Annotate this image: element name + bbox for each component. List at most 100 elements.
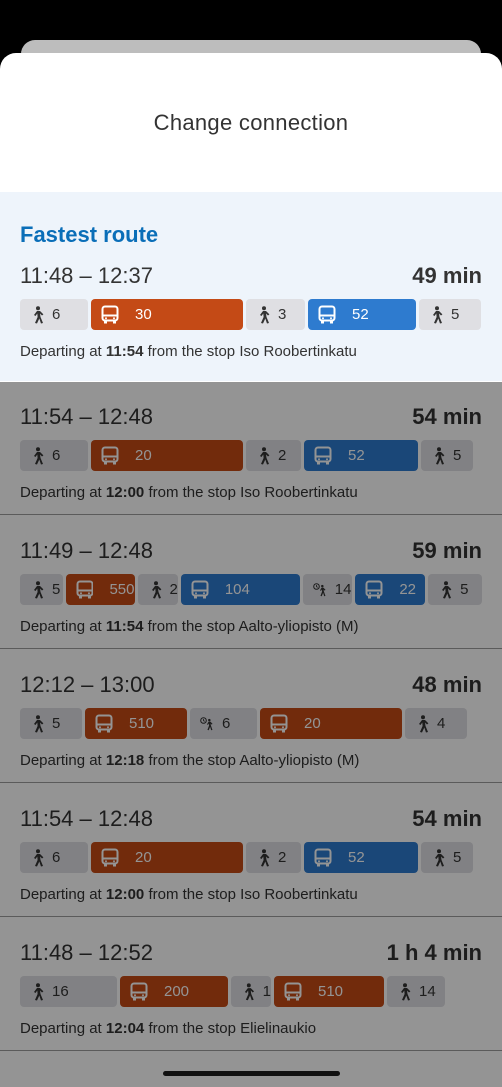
depart-prefix: Departing at xyxy=(20,1020,102,1037)
bus-leg: 20 xyxy=(91,440,243,471)
bus-icon xyxy=(270,714,288,732)
walk-icon xyxy=(260,446,270,464)
walk-leg: 14 xyxy=(387,976,445,1007)
walk-icon xyxy=(260,305,270,323)
bus-leg: 550 xyxy=(65,574,135,605)
route-option[interactable]: 11:54 – 12:48 54 min 6 20 2 52 5 Departing at 1… xyxy=(0,381,502,515)
walk-icon xyxy=(244,982,255,1000)
stop-name: Iso Roobertinkatu xyxy=(240,886,358,903)
walk-leg: 5 xyxy=(20,574,63,605)
bus-icon xyxy=(101,848,119,866)
depart-time: 12:00 xyxy=(105,886,145,903)
wait-leg: 14 xyxy=(302,574,353,605)
leg-value: 510 xyxy=(318,983,344,1000)
walk-icon xyxy=(419,714,429,732)
leg-value: 6 xyxy=(52,306,61,323)
bus-leg: 52 xyxy=(304,440,418,471)
duration: 59 min xyxy=(412,538,482,563)
leg-value: 30 xyxy=(135,306,152,323)
bus-leg: 52 xyxy=(308,299,416,330)
sheet-header: Change connection xyxy=(0,53,502,192)
leg-value: 20 xyxy=(135,849,152,866)
bus-icon xyxy=(95,714,113,732)
leg-value: 2 xyxy=(169,581,178,598)
bus-icon xyxy=(284,982,302,1000)
depart-prefix: Departing at xyxy=(20,618,102,635)
walk-leg: 5 xyxy=(428,574,482,605)
walk-leg: 2 xyxy=(246,440,301,471)
bus-icon xyxy=(314,446,332,464)
leg-value: 5 xyxy=(460,581,469,598)
bus-leg: 52 xyxy=(304,842,418,873)
bus-icon xyxy=(314,848,332,866)
walk-leg: 6 xyxy=(20,842,88,873)
route-times: 11:48 – 12:52 1 h 4 min xyxy=(20,939,482,967)
bus-leg: 200 xyxy=(120,976,228,1007)
bus-leg: 30 xyxy=(91,299,243,330)
stop-name: Iso Roobertinkatu xyxy=(239,343,357,360)
leg-value: 20 xyxy=(304,715,321,732)
walk-leg: 6 xyxy=(20,299,88,330)
time-range: 11:48 – 12:52 xyxy=(20,940,153,965)
leg-value: 2 xyxy=(278,447,287,464)
leg-value: 14 xyxy=(334,581,352,598)
bus-leg: 20 xyxy=(260,708,402,739)
walk-icon xyxy=(34,982,44,1000)
duration: 49 min xyxy=(412,263,482,288)
walk-icon xyxy=(34,714,44,732)
bus-leg: 22 xyxy=(355,574,426,605)
leg-value: 52 xyxy=(348,849,365,866)
departure-info: Departing at 12:00 from the stop Iso Roo… xyxy=(20,484,482,501)
walk-leg: 5 xyxy=(20,708,82,739)
walk-leg: 2 xyxy=(246,842,301,873)
bus-leg: 104 xyxy=(180,574,300,605)
time-range: 11:54 – 12:48 xyxy=(20,806,153,831)
walk-icon xyxy=(34,580,44,598)
stop-name: Iso Roobertinkatu xyxy=(240,484,358,501)
duration: 48 min xyxy=(412,672,482,697)
leg-value: 1 xyxy=(262,983,271,1000)
depart-middle: from the stop xyxy=(148,752,236,769)
depart-prefix: Departing at xyxy=(20,752,102,769)
route-list: Fastest route 11:48 – 12:37 49 min 6 30 3 52 5 D… xyxy=(0,192,502,1051)
bus-icon xyxy=(191,580,209,598)
leg-value: 5 xyxy=(453,447,462,464)
walk-icon xyxy=(151,580,161,598)
leg-value: 3 xyxy=(278,306,287,323)
leg-value: 20 xyxy=(135,447,152,464)
walk-icon xyxy=(34,848,44,866)
duration: 54 min xyxy=(412,404,482,429)
walk-leg: 2 xyxy=(137,574,178,605)
walk-leg: 5 xyxy=(419,299,481,330)
fastest-route-card[interactable]: Fastest route 11:48 – 12:37 49 min 6 30 3 52 5 D… xyxy=(0,192,502,381)
depart-middle: from the stop xyxy=(148,484,236,501)
bus-leg: 20 xyxy=(91,842,243,873)
leg-value: 22 xyxy=(399,581,416,598)
route-option[interactable]: 11:49 – 12:48 59 min 5 550 2 104 14 22 5 Departin… xyxy=(0,515,502,649)
leg-bar: 5 550 2 104 14 22 5 xyxy=(20,574,482,605)
walk-leg: 3 xyxy=(246,299,305,330)
route-option[interactable]: 11:54 – 12:48 54 min 6 20 2 52 5 Departing at 1… xyxy=(0,783,502,917)
bus-icon xyxy=(365,580,383,598)
route-option[interactable]: 12:12 – 13:00 48 min 5 510 6 20 4 Departing at … xyxy=(0,649,502,783)
route-option[interactable]: 11:48 – 12:52 1 h 4 min 16 200 1 510 14 Departi… xyxy=(0,917,502,1051)
walk-icon xyxy=(34,305,44,323)
wait-leg: 6 xyxy=(190,708,257,739)
depart-prefix: Departing at xyxy=(20,886,102,903)
depart-prefix: Departing at xyxy=(20,343,102,360)
depart-middle: from the stop xyxy=(148,1020,236,1037)
depart-prefix: Departing at xyxy=(20,484,102,501)
stop-name: Elielinaukio xyxy=(240,1020,317,1037)
walk-icon xyxy=(433,305,443,323)
bus-leg: 510 xyxy=(274,976,384,1007)
sheet-title: Change connection xyxy=(153,109,349,135)
leg-value: 5 xyxy=(52,581,61,598)
walk-icon xyxy=(34,446,44,464)
leg-value: 6 xyxy=(222,715,231,732)
leg-bar: 6 30 3 52 5 xyxy=(20,299,482,330)
depart-time: 12:00 xyxy=(105,484,145,501)
walk-leg: 5 xyxy=(421,440,473,471)
time-range: 12:12 – 13:00 xyxy=(20,672,155,697)
walk-icon xyxy=(435,848,445,866)
time-range: 11:48 – 12:37 xyxy=(20,263,153,288)
